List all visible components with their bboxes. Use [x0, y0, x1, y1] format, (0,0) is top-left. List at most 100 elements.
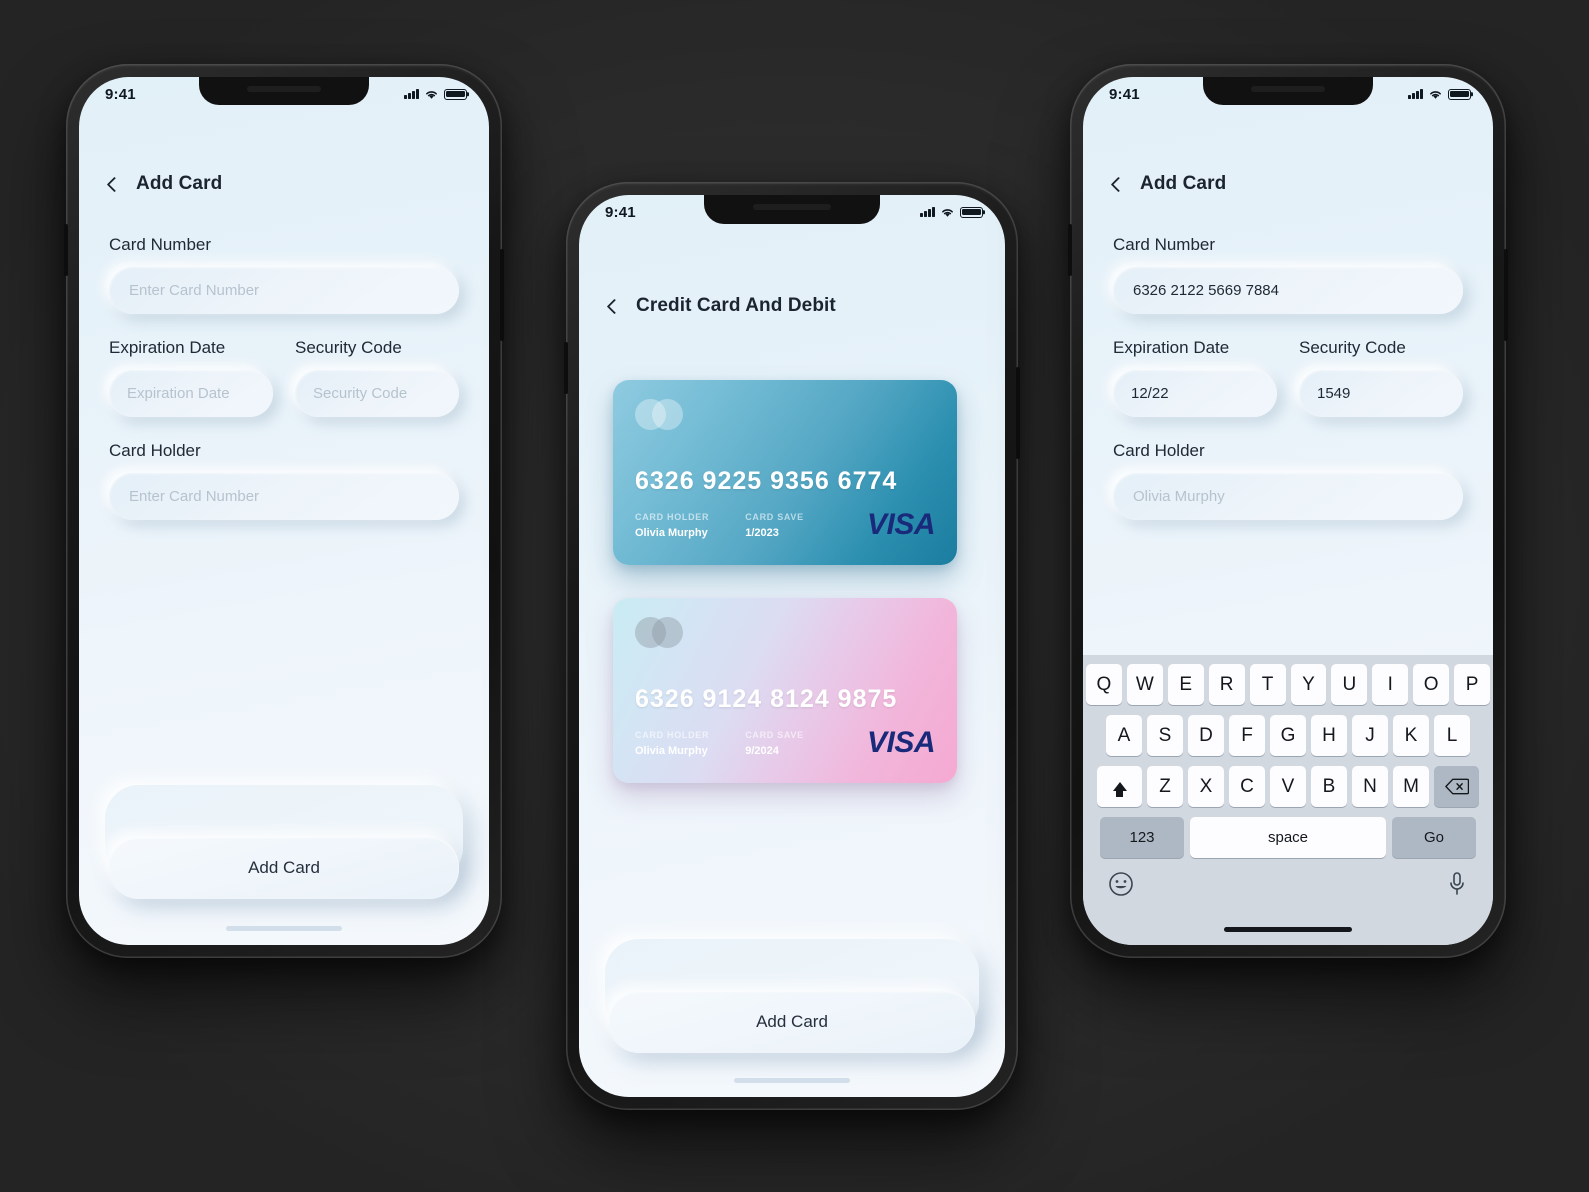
wifi-icon — [1430, 90, 1441, 99]
go-key[interactable]: Go — [1392, 817, 1476, 858]
phone-device-center: 9:41 Credit Card And Debit 6326 9225 935… — [564, 182, 1020, 1110]
notch — [199, 77, 369, 105]
key-n[interactable]: N — [1352, 766, 1388, 807]
shift-key[interactable] — [1097, 766, 1142, 807]
field-group-card-number: Card Number Enter Card Number — [109, 235, 459, 314]
key-x[interactable]: X — [1188, 766, 1224, 807]
add-card-button-label: Add Card — [248, 858, 320, 877]
expiration-date-input[interactable]: 12/22 — [1113, 370, 1277, 417]
card-chip-logo-icon — [635, 399, 683, 430]
key-y[interactable]: Y — [1290, 664, 1327, 705]
key-f[interactable]: F — [1229, 715, 1265, 756]
card-save-block: CARD SAVE 1/2023 — [745, 512, 804, 539]
key-t[interactable]: T — [1249, 664, 1286, 705]
emoji-smiley-icon[interactable] — [1108, 871, 1134, 897]
chevron-left-icon[interactable] — [1110, 176, 1127, 192]
card-holder-label: Card Holder — [109, 441, 201, 460]
cellular-signal-icon — [404, 89, 419, 99]
card-save-block: CARD SAVE 9/2024 — [745, 730, 804, 757]
nav-bar: Add Card — [106, 173, 222, 195]
shift-arrow-icon — [1112, 782, 1127, 797]
notch — [704, 195, 880, 224]
chevron-left-icon[interactable] — [606, 298, 623, 314]
key-z[interactable]: Z — [1147, 766, 1183, 807]
key-j[interactable]: J — [1352, 715, 1388, 756]
expiration-date-placeholder: Expiration Date — [127, 385, 230, 402]
card-holder-input[interactable]: Olivia Murphy — [1113, 473, 1463, 520]
key-h[interactable]: H — [1311, 715, 1347, 756]
page-title: Add Card — [1140, 173, 1227, 194]
card-number-input[interactable]: 6326 2122 5669 7884 — [1113, 267, 1463, 314]
key-r[interactable]: R — [1208, 664, 1245, 705]
key-g[interactable]: G — [1270, 715, 1306, 756]
home-indicator[interactable] — [226, 926, 342, 931]
card-chip-logo-icon — [635, 617, 683, 648]
card-number-text: 6326 9124 8124 9875 — [635, 685, 898, 713]
nav-bar: Credit Card And Debit — [606, 295, 836, 317]
key-d[interactable]: D — [1188, 715, 1224, 756]
key-o[interactable]: O — [1413, 664, 1450, 705]
key-s[interactable]: S — [1147, 715, 1183, 756]
key-b[interactable]: B — [1311, 766, 1347, 807]
key-p[interactable]: P — [1454, 664, 1491, 705]
field-group-expiration-date: Expiration Date 12/22 — [1113, 338, 1277, 417]
field-row-expiry-security: Expiration Date 12/22 Security Code 1549 — [1113, 338, 1463, 417]
page-title: Credit Card And Debit — [636, 295, 836, 316]
card-save-value: 1/2023 — [745, 527, 779, 539]
key-e[interactable]: E — [1167, 664, 1204, 705]
status-time: 9:41 — [605, 203, 636, 221]
backspace-icon — [1444, 778, 1469, 795]
expiration-date-input[interactable]: Expiration Date — [109, 370, 273, 417]
card-holder-caption: CARD HOLDER — [635, 730, 710, 740]
keyboard-row-4: 123 space Go — [1086, 817, 1490, 858]
field-group-security-code: Security Code Security Code — [295, 338, 459, 417]
credit-card-blue[interactable]: 6326 9225 9356 6774 CARD HOLDER Olivia M… — [613, 380, 957, 565]
card-number-label: Card Number — [109, 235, 212, 254]
key-i[interactable]: I — [1372, 664, 1409, 705]
home-indicator[interactable] — [734, 1078, 850, 1083]
field-group-card-holder: Card Holder Olivia Murphy — [1113, 441, 1463, 520]
card-save-value: 9/2024 — [745, 745, 779, 757]
key-a[interactable]: A — [1106, 715, 1142, 756]
backspace-key[interactable] — [1434, 766, 1479, 807]
security-code-input[interactable]: Security Code — [295, 370, 459, 417]
field-group-security-code: Security Code 1549 — [1299, 338, 1463, 417]
key-v[interactable]: V — [1270, 766, 1306, 807]
key-k[interactable]: K — [1393, 715, 1429, 756]
security-code-label: Security Code — [1299, 338, 1406, 357]
field-row-expiry-security: Expiration Date Expiration Date Security… — [109, 338, 459, 417]
home-indicator[interactable] — [1224, 927, 1352, 932]
key-c[interactable]: C — [1229, 766, 1265, 807]
card-holder-input[interactable]: Enter Card Number — [109, 473, 459, 520]
wifi-icon — [942, 208, 953, 217]
space-key[interactable]: space — [1190, 817, 1386, 858]
card-holder-value: Olivia Murphy — [635, 527, 708, 539]
key-w[interactable]: W — [1126, 664, 1163, 705]
keyboard-row-1: Q W E R T Y U I O P — [1085, 664, 1491, 705]
add-card-button[interactable]: Add Card — [609, 991, 975, 1053]
security-code-input[interactable]: 1549 — [1299, 370, 1463, 417]
key-m[interactable]: M — [1393, 766, 1429, 807]
battery-icon — [960, 206, 983, 218]
card-number-text: 6326 9225 9356 6774 — [635, 467, 898, 495]
chevron-left-icon[interactable] — [106, 176, 123, 192]
card-number-label: Card Number — [1113, 235, 1216, 254]
credit-card-pink[interactable]: 6326 9124 8124 9875 CARD HOLDER Olivia M… — [613, 598, 957, 783]
card-holder-placeholder: Olivia Murphy — [1133, 488, 1225, 505]
nav-bar: Add Card — [1110, 173, 1227, 195]
key-u[interactable]: U — [1331, 664, 1368, 705]
security-code-placeholder: Security Code — [313, 385, 408, 402]
card-holder-caption: CARD HOLDER — [635, 512, 710, 522]
card-number-input[interactable]: Enter Card Number — [109, 267, 459, 314]
microphone-icon[interactable] — [1446, 871, 1468, 897]
cellular-signal-icon — [1408, 89, 1423, 99]
wifi-icon — [426, 90, 437, 99]
numeric-key[interactable]: 123 — [1100, 817, 1184, 858]
add-card-form: Card Number 6326 2122 5669 7884 Expirati… — [1113, 235, 1463, 520]
add-card-button[interactable]: Add Card — [109, 837, 459, 899]
card-meta-row: CARD HOLDER Olivia Murphy CARD SAVE 1/20… — [635, 512, 804, 539]
card-save-caption: CARD SAVE — [745, 730, 804, 740]
key-q[interactable]: Q — [1085, 664, 1122, 705]
phone-device-right: 9:41 Add Card Card Number 6326 2122 5669… — [1068, 64, 1508, 958]
key-l[interactable]: L — [1434, 715, 1470, 756]
